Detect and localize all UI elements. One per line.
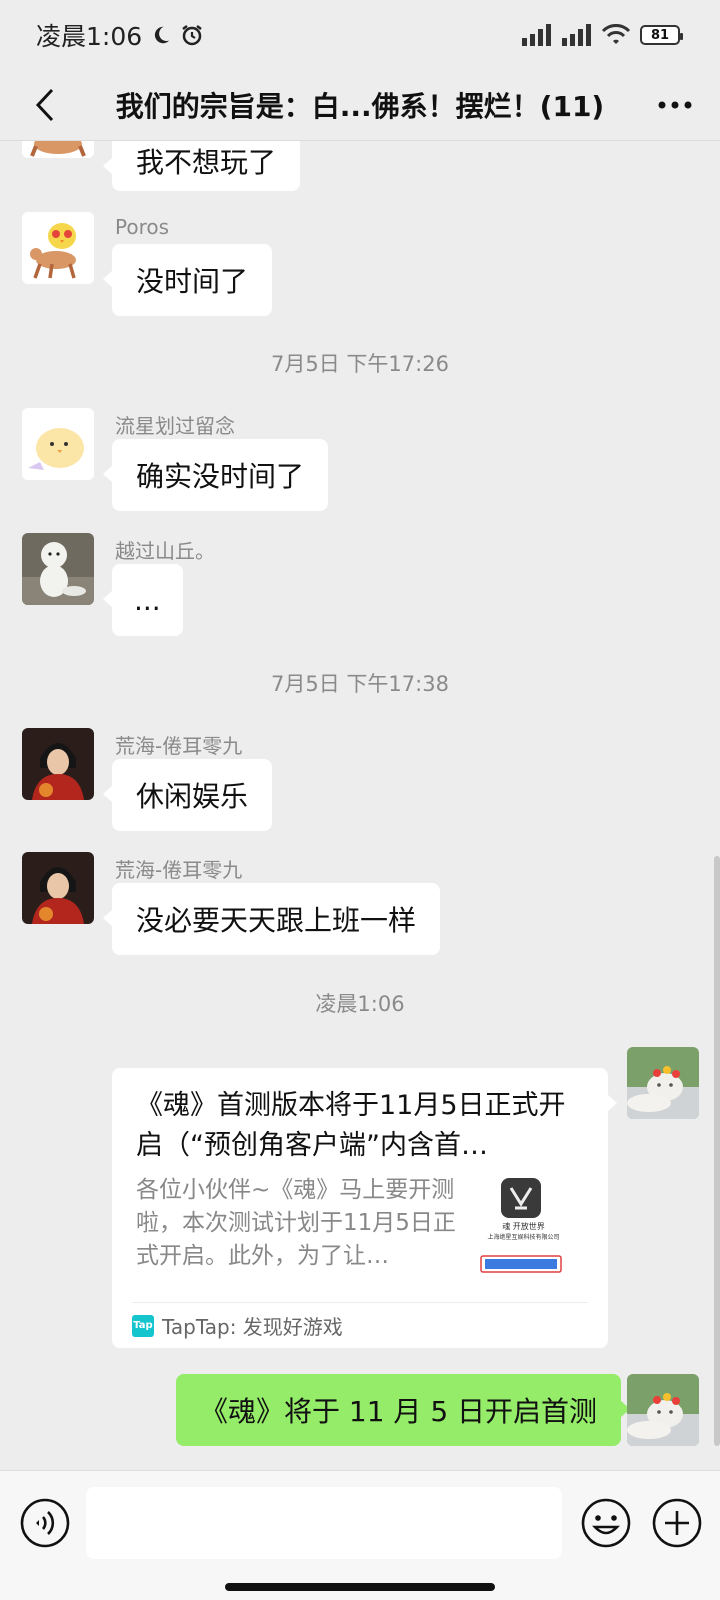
card-source: TapTap: 发现好游戏 [162,1315,343,1339]
plush-doll-avatar[interactable] [22,533,94,605]
chick-on-horse-avatar[interactable] [22,141,94,158]
more-button[interactable] [650,80,700,130]
message-bubble[interactable]: ... [103,564,183,636]
wifi-icon [602,24,630,44]
sender-name: 越过山丘。 [115,539,215,563]
chat-title: 我们的宗旨是：白...佛系！摆烂！(11) [115,90,605,123]
sender-name: Poros [115,215,170,239]
signal-icon [522,24,551,46]
message-text: ... [134,583,161,617]
voice-icon [20,1498,70,1548]
chat-area[interactable]: 我不想玩了 Poros 没时间了 7月5日 下午17:26 流星划过留念 确实没… [0,141,720,1470]
more-icon [658,101,692,109]
moon-icon [155,26,170,44]
emoji-button[interactable] [580,1497,632,1549]
message-text: 没必要天天跟上班一样 [136,904,417,937]
message-text: 没时间了 [136,265,249,298]
scrollbar[interactable] [714,856,720,1446]
timestamp: 7月5日 下午17:38 [271,672,449,696]
anime-character-avatar[interactable] [22,728,94,800]
yellow-chick-avatar[interactable] [22,408,94,480]
taptap-logo-icon: Tap [132,1314,154,1337]
battery-level: 81 [650,27,670,43]
alarm-icon [182,25,202,46]
plus-button[interactable] [651,1497,703,1549]
sender-name: 荒海-倦耳零九 [115,734,243,758]
message-text: 休闲娱乐 [136,780,249,813]
back-button[interactable] [20,80,70,130]
timestamp: 7月5日 下午17:26 [271,352,449,376]
link-card[interactable]: 《魂》首测版本将于11月5日正式开启（“预创角客户端”内含首… 各位小伙伴~《魂… [112,1068,617,1348]
signal-icon [562,24,591,46]
emoji-icon [581,1498,631,1548]
status-time: 凌晨1:06 [36,22,143,51]
message-text: 我不想玩了 [136,146,277,179]
plus-icon [652,1498,702,1548]
my-message-bubble[interactable]: 《魂》将于 11 月 5 日开启首测 [176,1374,631,1446]
chat-header: 我们的宗旨是：白...佛系！摆烂！(11) [0,70,720,140]
back-arrow-icon [35,88,54,122]
message-bubble[interactable]: 确实没时间了 [102,439,329,511]
card-description: 各位小伙伴~《魂》马上要开测啦，本次测试计划于11月5日正式开启。此外，为了让… [136,1177,456,1269]
sender-name: 荒海-倦耳零九 [115,858,243,882]
message-bubble[interactable]: 没必要天天跟上班一样 [102,883,441,955]
message-bubble[interactable]: 休闲娱乐 [102,759,273,831]
timestamp: 凌晨1:06 [315,992,405,1016]
thumb-caption: 魂 开放世界 [502,1222,545,1231]
battery-icon: 81 [640,25,683,45]
voice-button[interactable] [19,1497,71,1549]
message-input[interactable] [86,1487,562,1559]
message-bubble[interactable]: 没时间了 [102,244,273,316]
sender-name: 流星划过留念 [115,414,235,438]
cat-avatar[interactable] [627,1374,699,1446]
cat-avatar[interactable] [627,1047,699,1119]
card-footer: Tap TapTap: 发现好游戏 [132,1302,588,1348]
thumb-company: 上海绝星互娱科技有限公司 [487,1234,560,1241]
card-thumbnail: 魂 开放世界 上海绝星互娱科技有限公司 [477,1174,587,1274]
status-bar: 凌晨1:06 81 [0,0,720,70]
message-bubble[interactable]: 我不想玩了 [102,141,301,191]
chick-on-horse-avatar[interactable] [22,212,94,284]
message-text: 《魂》将于 11 月 5 日开启首测 [200,1395,598,1428]
home-indicator[interactable] [225,1583,495,1591]
card-title: 《魂》首测版本将于11月5日正式开启（“预创角客户端”内含首… [136,1090,566,1161]
anime-character-avatar[interactable] [22,852,94,924]
message-text: 确实没时间了 [136,460,305,493]
input-bar [0,1470,720,1600]
